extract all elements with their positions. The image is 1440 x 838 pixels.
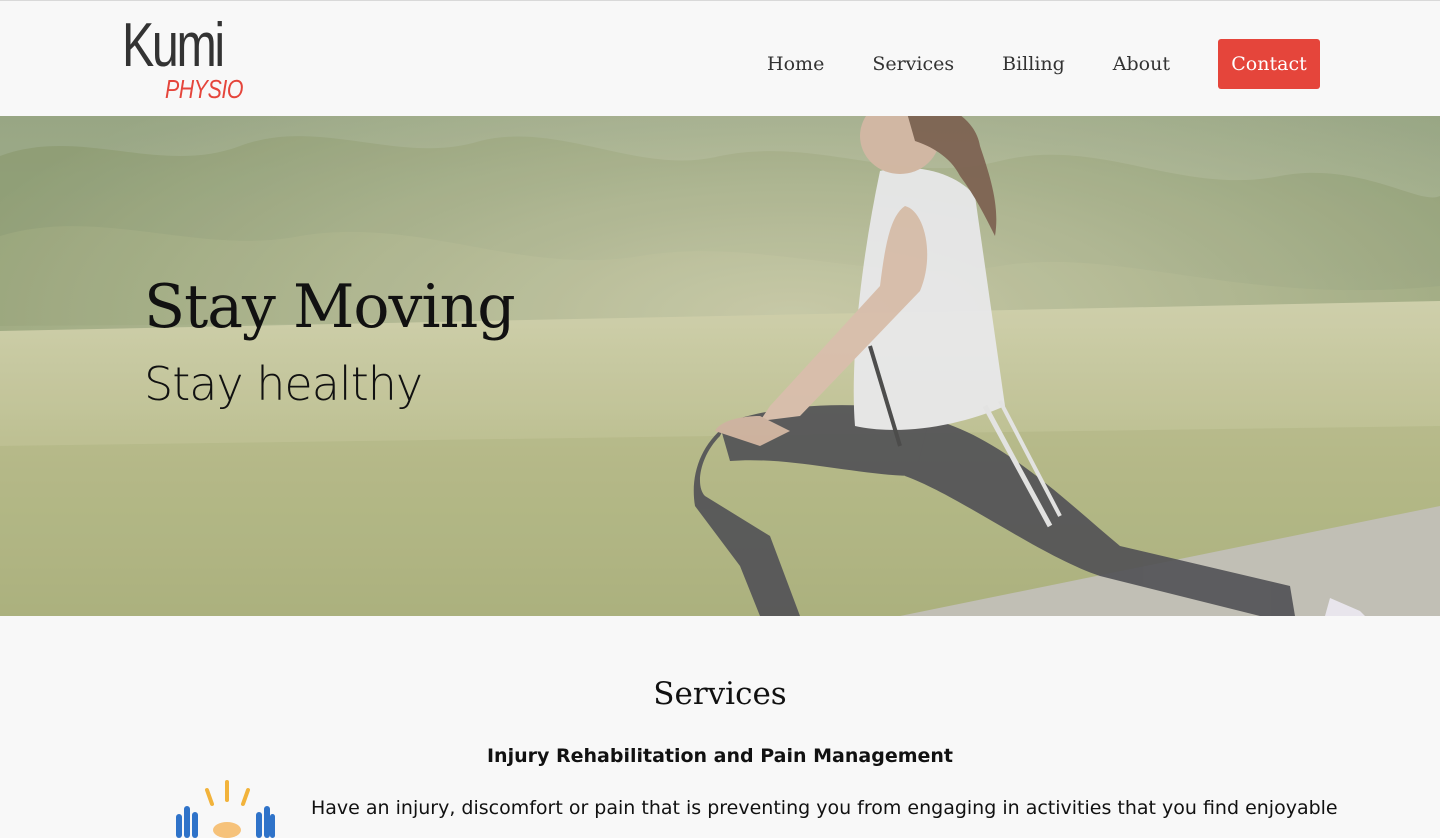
contact-button[interactable]: Contact xyxy=(1218,39,1320,89)
hero-title: Stay Moving xyxy=(144,272,516,342)
service-heading: Injury Rehabilitation and Pain Managemen… xyxy=(486,745,953,767)
logo-subtitle: PHYSIO xyxy=(165,74,244,104)
logo-wordmark: Kumi xyxy=(122,11,225,80)
main-nav: Home Services Billing About Contact xyxy=(767,39,1320,89)
site-header: Kumi PHYSIO Home Services Billing About … xyxy=(0,0,1440,116)
nav-item-about[interactable]: About xyxy=(1113,53,1170,75)
nav-item-home[interactable]: Home xyxy=(767,53,824,75)
nav-item-services[interactable]: Services xyxy=(872,53,954,75)
hero-banner: Stay Moving Stay healthy xyxy=(0,116,1440,616)
service-description: Have an injury, discomfort or pain that … xyxy=(311,797,1338,819)
site-logo[interactable]: Kumi PHYSIO xyxy=(122,11,252,107)
hero-subtitle: Stay healthy xyxy=(144,357,423,411)
hands-pain-icon xyxy=(176,780,275,838)
services-section-title: Services xyxy=(653,676,787,712)
nav-item-billing[interactable]: Billing xyxy=(1002,53,1065,75)
